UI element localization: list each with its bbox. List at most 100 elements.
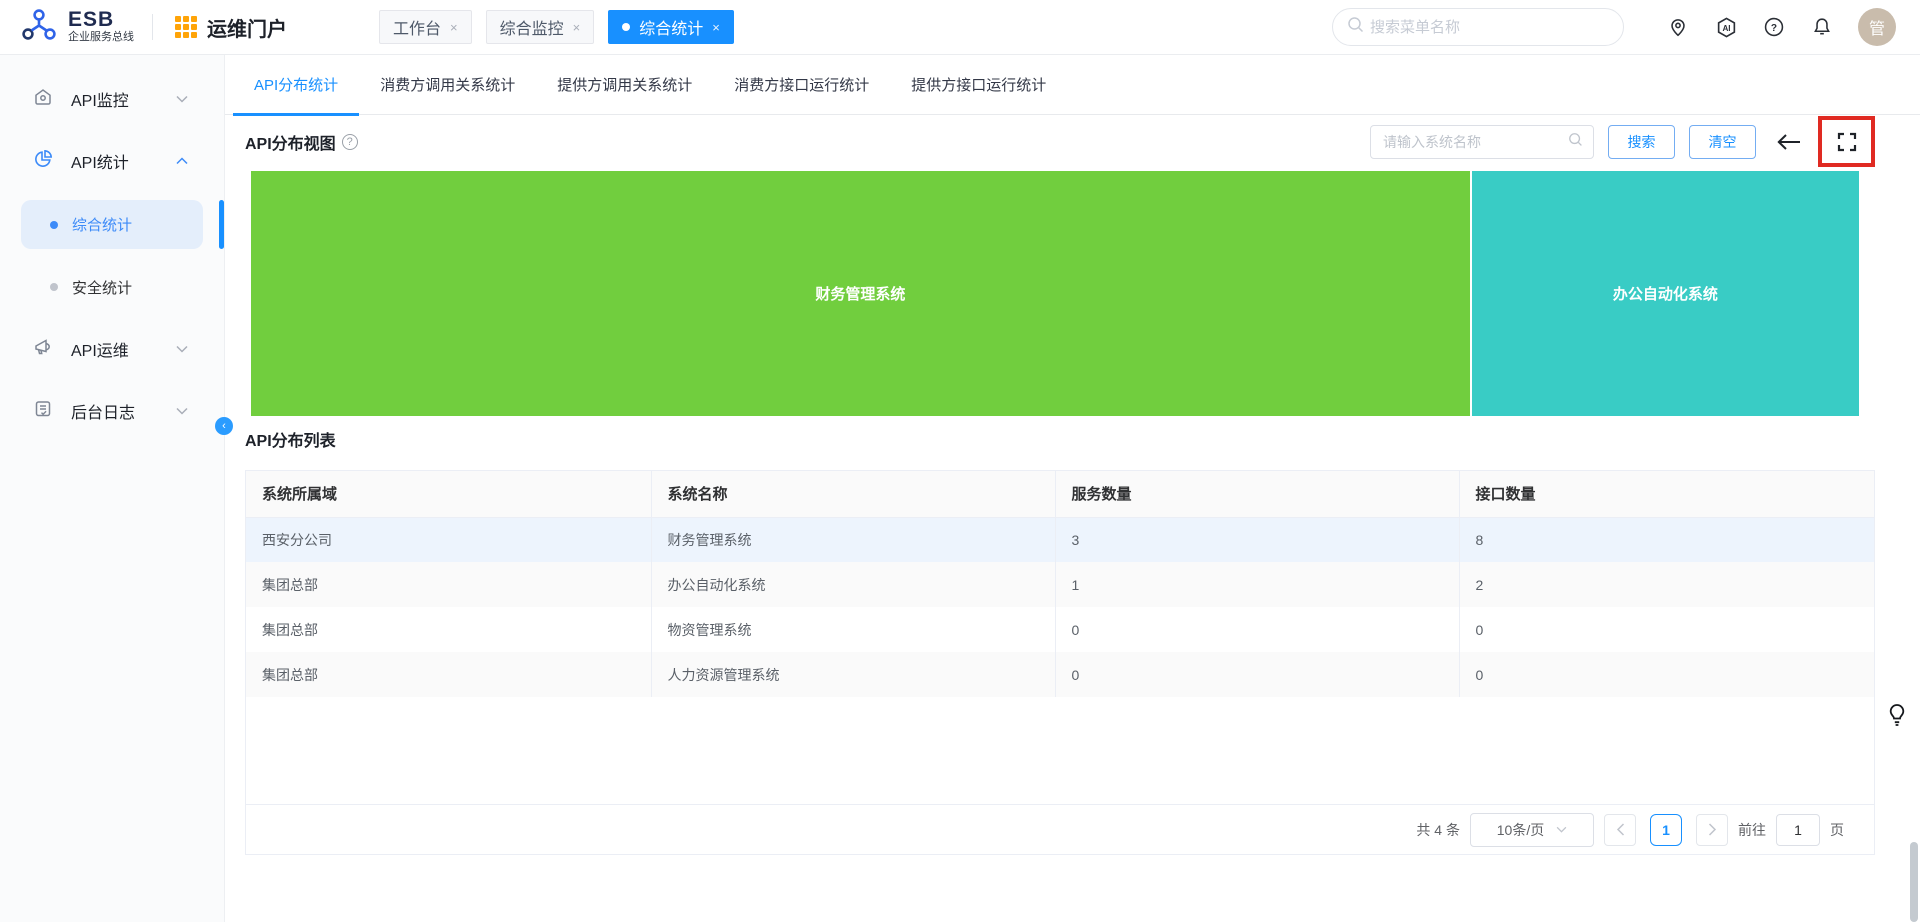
table-header-row: 系统所属域 系统名称 服务数量 接口数量 (246, 471, 1874, 518)
vertical-scrollbar-thumb[interactable] (1910, 842, 1918, 922)
tab-label: 综合统计 (639, 21, 704, 38)
treemap-block-office-automation[interactable]: 办公自动化系统 (1471, 171, 1859, 416)
treemap-label: 办公自动化系统 (1612, 286, 1718, 303)
sidebar-item-label: API监控 (71, 93, 129, 110)
location-icon[interactable] (1666, 15, 1690, 39)
column-header-services: 服务数量 (1055, 471, 1460, 518)
table-row[interactable]: 集团总部 办公自动化系统 1 2 (246, 562, 1874, 607)
annotation-highlight-box (1818, 116, 1875, 167)
treemap-label: 财务管理系统 (815, 286, 906, 303)
prev-page-button[interactable] (1604, 813, 1636, 846)
tab-consumer-interface-run[interactable]: 消费方接口运行统计 (713, 55, 890, 115)
sidebar-subitem-label: 安全统计 (72, 279, 133, 297)
window-tab-statistics[interactable]: 综合统计 × (608, 10, 734, 44)
chevron-down-icon (176, 345, 188, 353)
table-row[interactable]: 集团总部 物资管理系统 0 0 (246, 607, 1874, 652)
menu-search (1332, 8, 1624, 46)
sidebar-item-backend-logs[interactable]: 后台日志 (0, 380, 224, 442)
cell-services: 3 (1055, 517, 1460, 562)
cell-services: 0 (1055, 652, 1460, 697)
cell-interfaces: 8 (1459, 517, 1874, 562)
statistics-tabs: API分布统计 消费方调用关系统计 提供方调用关系统计 消费方接口运行统计 提供… (225, 55, 1920, 116)
cell-interfaces: 0 (1459, 652, 1874, 697)
portal-title-group: 运维门户 (175, 13, 287, 42)
search-icon (1347, 16, 1364, 38)
sidebar-item-api-statistics[interactable]: API统计 (0, 130, 224, 192)
pagination-total: 共 4 条 (1416, 821, 1460, 838)
sidebar: API监控 API统计 综合统计 安全统计 API运维 后台日志 ‹ (0, 55, 233, 922)
brand-logo: ESB 企业服务总线 (0, 6, 134, 49)
main-content: API分布统计 消费方调用关系统计 提供方调用关系统计 消费方接口运行统计 提供… (225, 55, 1920, 922)
bell-icon[interactable] (1810, 15, 1834, 39)
pagination: 共 4 条 10条/页 1 前往 页 (246, 804, 1874, 854)
clear-button[interactable]: 清空 (1689, 124, 1756, 159)
table-row[interactable]: 西安分公司 财务管理系统 3 8 (246, 517, 1874, 562)
page-unit-label: 页 (1830, 821, 1844, 838)
column-header-system: 系统名称 (651, 471, 1056, 518)
cell-domain: 西安分公司 (246, 517, 652, 562)
treemap-block-finance[interactable]: 财务管理系统 (251, 171, 1470, 416)
tab-provider-interface-run[interactable]: 提供方接口运行统计 (890, 55, 1067, 115)
sidebar-item-security-statistics[interactable]: 安全统计 (21, 262, 203, 312)
back-arrow-button[interactable] (1776, 132, 1802, 152)
svg-text:AI: AI (1722, 23, 1730, 32)
list-title: API分布列表 (245, 433, 336, 450)
close-tab-icon[interactable]: × (712, 20, 720, 35)
tab-api-distribution[interactable]: API分布统计 (233, 55, 360, 116)
table-empty-space (246, 697, 1874, 804)
table-row[interactable]: 集团总部 人力资源管理系统 0 0 (246, 652, 1874, 697)
search-button[interactable]: 搜索 (1608, 124, 1675, 159)
sidebar-subitem-label: 综合统计 (72, 217, 133, 234)
svg-text:?: ? (1771, 23, 1777, 34)
active-dot (622, 23, 631, 31)
goto-page-input[interactable] (1776, 813, 1820, 846)
tab-label: 综合监控 (499, 21, 564, 38)
avatar[interactable]: 管 (1858, 8, 1896, 46)
api-distribution-list-card: 系统所属域 系统名称 服务数量 接口数量 西安分公司 财务管理系统 3 8 集团… (245, 470, 1875, 855)
menu-search-input[interactable] (1370, 18, 1609, 36)
page-size-select[interactable]: 10条/页 (1470, 812, 1594, 847)
chevron-up-icon (176, 157, 188, 165)
sidebar-item-comprehensive-statistics[interactable]: 综合统计 (21, 200, 203, 249)
cell-system: 物资管理系统 (651, 607, 1056, 652)
cell-services: 1 (1055, 562, 1460, 607)
search-icon (1568, 132, 1583, 152)
help-icon[interactable]: ? (1762, 15, 1786, 39)
megaphone-icon (33, 337, 53, 362)
system-name-input[interactable] (1383, 133, 1568, 150)
ai-assistant-icon[interactable]: AI (1714, 15, 1738, 39)
cell-domain: 集团总部 (246, 562, 652, 607)
fullscreen-button[interactable] (1835, 130, 1859, 154)
top-bar: ESB 企业服务总线 运维门户 工作台 × 综合监控 × 综合统计 × 搜索菜单… (0, 0, 1920, 55)
api-distribution-treemap: 财务管理系统 办公自动化系统 (251, 171, 1859, 416)
close-tab-icon[interactable]: × (450, 20, 458, 35)
cell-services: 0 (1055, 607, 1460, 652)
cell-interfaces: 0 (1475, 621, 1484, 638)
window-tabs: 工作台 × 综合监控 × 综合统计 × (379, 10, 734, 44)
window-tab-monitoring[interactable]: 综合监控 × (485, 10, 595, 44)
chevron-down-icon (176, 407, 188, 415)
next-page-button[interactable] (1696, 813, 1728, 846)
api-distribution-table: 系统所属域 系统名称 服务数量 接口数量 西安分公司 财务管理系统 3 8 集团… (246, 471, 1874, 697)
sidebar-collapse-button[interactable]: ‹ (215, 417, 233, 435)
view-title: API分布视图 (245, 135, 336, 153)
lightbulb-hint-icon[interactable] (1888, 703, 1906, 732)
current-page-button[interactable]: 1 (1650, 813, 1682, 846)
inactive-dot (50, 283, 58, 291)
tab-provider-call-relation[interactable]: 提供方调用关系统计 (536, 55, 713, 115)
active-dot (50, 220, 58, 229)
tab-consumer-call-relation[interactable]: 消费方调用关系统计 (359, 55, 536, 115)
sidebar-item-api-monitor[interactable]: API监控 (0, 68, 224, 130)
chevron-down-icon (1556, 826, 1567, 833)
esb-network-icon (20, 6, 58, 49)
cell-system: 办公自动化系统 (651, 562, 1056, 607)
help-tooltip-icon[interactable]: ? (341, 133, 358, 150)
close-tab-icon[interactable]: × (573, 20, 581, 35)
chevron-down-icon (176, 95, 188, 103)
cell-system: 人力资源管理系统 (651, 652, 1056, 697)
sidebar-item-api-ops[interactable]: API运维 (0, 318, 224, 380)
sidebar-item-label: 后台日志 (71, 405, 136, 422)
cell-system: 财务管理系统 (651, 517, 1056, 562)
cell-domain: 集团总部 (246, 652, 652, 697)
window-tab-workbench[interactable]: 工作台 × (379, 10, 472, 44)
